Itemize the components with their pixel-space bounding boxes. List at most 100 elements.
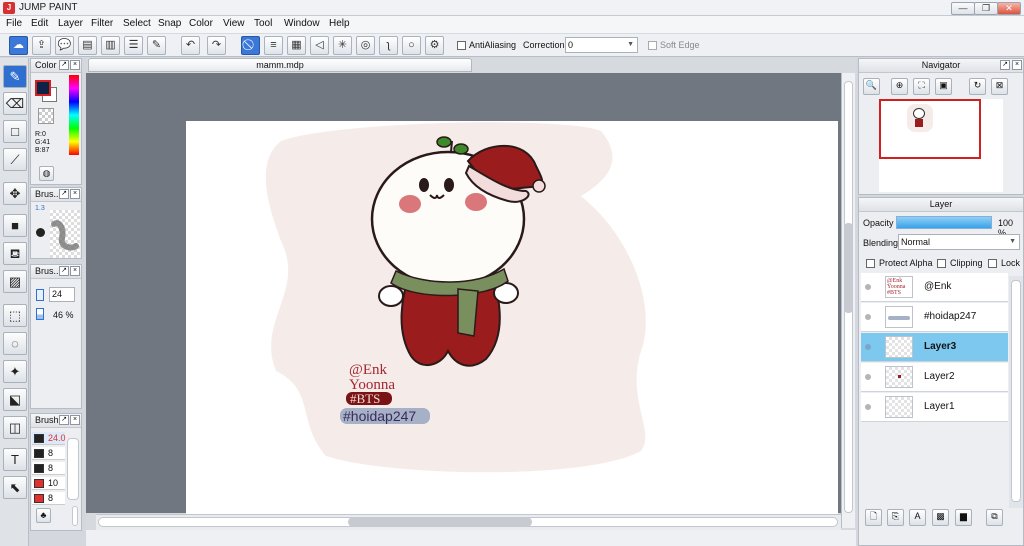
vertical-scrollbar[interactable] (841, 73, 855, 528)
radial-lines-icon[interactable]: ✳ (333, 36, 352, 55)
size-slider-icon[interactable] (36, 289, 44, 301)
layer-row[interactable]: Layer1 (861, 393, 1008, 422)
opacity-slider-icon[interactable] (36, 308, 44, 320)
lock-checkbox[interactable] (988, 259, 997, 268)
move-tool-icon[interactable]: ✥ (3, 182, 27, 205)
menu-file[interactable]: File (6, 18, 22, 29)
hue-slider[interactable] (69, 75, 79, 155)
operation-tool-icon[interactable]: ⬉ (3, 476, 27, 499)
protect-alpha-checkbox[interactable] (866, 259, 875, 268)
layer-row-selected[interactable]: Layer3 (861, 333, 1008, 362)
circle-snap-icon[interactable]: ○ (402, 36, 421, 55)
brush-list-scrollbar[interactable] (67, 438, 79, 500)
visibility-icon[interactable] (865, 404, 871, 410)
vertical-scroll-thumb[interactable] (844, 223, 853, 313)
new-layer-icon[interactable]: 🗋 (865, 509, 882, 526)
merge-layer-icon[interactable]: ⧉ (986, 509, 1003, 526)
visibility-icon[interactable] (865, 374, 871, 380)
visibility-icon[interactable] (865, 344, 871, 350)
bucket-tool-icon[interactable]: ⛾ (3, 242, 27, 265)
palette-icon[interactable]: ◍ (39, 166, 54, 181)
horizontal-scrollbar[interactable] (96, 514, 841, 530)
undock-icon[interactable]: ↗ (59, 415, 69, 425)
brush-list-scrollbar-bottom[interactable] (72, 506, 78, 526)
panel-close-icon[interactable]: × (70, 189, 80, 199)
foreground-color-swatch[interactable] (35, 80, 51, 96)
menu-tool[interactable]: Tool (254, 18, 272, 29)
panel-close-icon[interactable]: × (70, 266, 80, 276)
export-icon[interactable]: ⇪ (32, 36, 51, 55)
minimize-button[interactable]: — (951, 2, 975, 15)
soft-edge-checkbox[interactable] (648, 41, 657, 50)
undock-icon[interactable]: ↗ (59, 266, 69, 276)
edit-list-icon[interactable]: ✎ (147, 36, 166, 55)
navigator-preview[interactable] (879, 99, 1003, 192)
text-layer-icon[interactable]: A (909, 509, 926, 526)
menu-snap[interactable]: Snap (158, 18, 181, 29)
text-tool-icon[interactable]: T (3, 448, 27, 471)
document-tab[interactable]: mamm.mdp (88, 58, 472, 72)
brush-list-item[interactable]: 10 (32, 477, 65, 490)
menu-window[interactable]: Window (284, 18, 320, 29)
maximize-button[interactable]: ❐ (974, 2, 998, 15)
menu-help[interactable]: Help (329, 18, 350, 29)
comment-icon[interactable]: 💬 (55, 36, 74, 55)
rotate-icon[interactable]: ↻ (969, 78, 986, 95)
menu-edit[interactable]: Edit (31, 18, 48, 29)
blending-select[interactable]: Normal ▼ (898, 234, 1020, 250)
actual-size-icon[interactable]: ▣ (935, 78, 952, 95)
gradient-tool-icon[interactable]: ▨ (3, 270, 27, 293)
undock-icon[interactable]: ↗ (1000, 60, 1010, 70)
fit-screen-icon[interactable]: ⛶ (913, 78, 930, 95)
brush-list-item[interactable]: 8 (32, 492, 65, 505)
correction-select[interactable]: 0 ▼ (565, 37, 638, 53)
rectangle-tool-icon[interactable]: □ (3, 120, 27, 143)
list-icon[interactable]: ☰ (124, 36, 143, 55)
layer-opacity-slider[interactable] (896, 216, 992, 229)
magic-wand-icon[interactable]: ✦ (3, 360, 27, 383)
visibility-icon[interactable] (865, 284, 871, 290)
perspective-icon[interactable]: ◁ (310, 36, 329, 55)
document-icon[interactable]: ▥ (101, 36, 120, 55)
menu-color[interactable]: Color (189, 18, 213, 29)
folder-icon[interactable]: ▆ (955, 509, 972, 526)
brush-size-input[interactable]: 24 (49, 287, 75, 302)
eraser-tool-icon[interactable]: ⌫ (3, 92, 27, 115)
zoom-out-icon[interactable]: 🔍 (863, 78, 880, 95)
pen-tool-icon[interactable]: ✎ (3, 65, 27, 88)
clipping-checkbox[interactable] (937, 259, 946, 268)
drawing-canvas[interactable]: @Enk Yoonna #BTS #hoidap247 (186, 121, 838, 514)
select-rect-icon[interactable]: ⬚ (3, 304, 27, 327)
fill-rect-tool-icon[interactable]: ■ (3, 214, 27, 237)
grid-icon[interactable]: ▦ (287, 36, 306, 55)
redo-icon[interactable]: ↷ (207, 36, 226, 55)
cloud-icon[interactable]: ☁ (9, 36, 28, 55)
undock-icon[interactable]: ↗ (59, 60, 69, 70)
lasso-icon[interactable]: ◌ (3, 332, 27, 355)
undock-icon[interactable]: ↗ (59, 189, 69, 199)
parallel-lines-icon[interactable]: ≡ (264, 36, 283, 55)
layer-list-scrollbar[interactable] (1009, 276, 1023, 508)
menu-filter[interactable]: Filter (91, 18, 113, 29)
message-icon[interactable]: ▤ (78, 36, 97, 55)
brush-list-item[interactable]: 8 (32, 447, 65, 460)
panel-close-icon[interactable]: × (70, 415, 80, 425)
brush-list-item[interactable]: 24.0 (32, 432, 66, 445)
menu-view[interactable]: View (223, 18, 245, 29)
undo-icon[interactable]: ↶ (181, 36, 200, 55)
line-tool-icon[interactable]: ⟋ (3, 148, 27, 171)
transparent-color-swatch[interactable] (38, 108, 54, 124)
gear-icon[interactable]: ⚙ (425, 36, 444, 55)
layer-row[interactable]: Layer2 (861, 363, 1008, 392)
select-eraser-icon[interactable]: ◫ (3, 416, 27, 439)
brush-list-item[interactable]: 8 (32, 462, 65, 475)
layer-row[interactable]: #hoidap247 (861, 303, 1008, 332)
reset-view-icon[interactable]: ⊠ (991, 78, 1008, 95)
menu-layer[interactable]: Layer (58, 18, 83, 29)
brush-settings-icon[interactable]: ♣ (36, 508, 51, 523)
zoom-in-icon[interactable]: ⊕ (891, 78, 908, 95)
menu-select[interactable]: Select (123, 18, 151, 29)
panel-close-icon[interactable]: × (1012, 60, 1022, 70)
close-button[interactable]: ✕ (997, 2, 1021, 15)
snap-off-icon[interactable]: ⃠ (241, 36, 260, 55)
